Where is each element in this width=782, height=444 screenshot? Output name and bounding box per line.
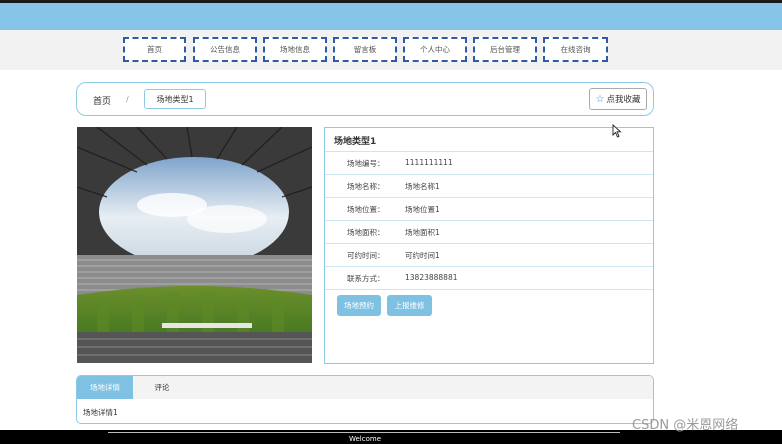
tab-venue-details[interactable]: 场地详情 [77, 376, 133, 399]
footer-divider [108, 432, 620, 433]
nav-online-consult[interactable]: 在线咨询 [543, 37, 608, 62]
star-icon: ☆ [595, 93, 605, 105]
info-value: 可约时间1 [405, 251, 440, 260]
info-row-available-time: 可约时间： 可约时间1 [325, 243, 653, 266]
info-label: 场地位置： [347, 205, 385, 214]
breadcrumb-home[interactable]: 首页 [93, 94, 111, 107]
nav-announcements[interactable]: 公告信息 [193, 37, 257, 62]
venue-info-panel: 场地类型1 场地编号： 1111111111 场地名称： 场地名称1 场地位置：… [324, 127, 654, 364]
tab-comments[interactable]: 评论 [141, 376, 183, 399]
breadcrumb-current[interactable]: 场地类型1 [144, 89, 206, 109]
nav-venue-info[interactable]: 场地信息 [263, 37, 327, 62]
mouse-cursor-icon [612, 124, 622, 138]
info-label: 可约时间： [347, 251, 385, 260]
info-label: 联系方式： [347, 274, 385, 283]
info-label: 场地名称： [347, 182, 385, 191]
info-row-contact: 联系方式： 13823888881 [325, 266, 653, 289]
favorite-label: 点我收藏 [606, 95, 641, 105]
info-value: 13823888881 [405, 273, 458, 282]
info-label: 场地编号： [347, 159, 385, 168]
favorite-button[interactable]: ☆ 点我收藏 [589, 88, 647, 110]
info-value: 场地面积1 [405, 228, 440, 237]
info-row-location: 场地位置： 场地位置1 [325, 197, 653, 220]
venue-title: 场地类型1 [334, 137, 377, 147]
info-row-number: 场地编号： 1111111111 [325, 151, 653, 174]
main-nav: 首页 公告信息 场地信息 留言板 个人中心 后台管理 在线咨询 [0, 30, 782, 70]
nav-home[interactable]: 首页 [123, 37, 186, 62]
info-value: 1111111111 [405, 158, 453, 167]
info-row-area: 场地面积： 场地面积1 [325, 220, 653, 243]
detail-tabs: 场地详情 评论 场地详情1 [76, 375, 654, 424]
info-row-name: 场地名称： 场地名称1 [325, 174, 653, 197]
book-venue-button[interactable]: 场地预约 [337, 295, 381, 316]
info-value: 场地位置1 [405, 205, 440, 214]
venue-photo [77, 127, 312, 363]
footer-welcome: Welcome [348, 435, 382, 443]
report-repair-button[interactable]: 上报维修 [387, 295, 432, 316]
info-label: 场地面积： [347, 228, 385, 237]
info-value: 场地名称1 [405, 182, 440, 191]
top-header-bar [0, 0, 782, 30]
tab-content: 场地详情1 [83, 408, 118, 417]
nav-message-board[interactable]: 留言板 [333, 37, 397, 62]
nav-admin[interactable]: 后台管理 [473, 37, 537, 62]
breadcrumb-separator: / [126, 95, 129, 104]
nav-personal-center[interactable]: 个人中心 [403, 37, 467, 62]
watermark: CSDN @米恩网络 [632, 418, 739, 433]
